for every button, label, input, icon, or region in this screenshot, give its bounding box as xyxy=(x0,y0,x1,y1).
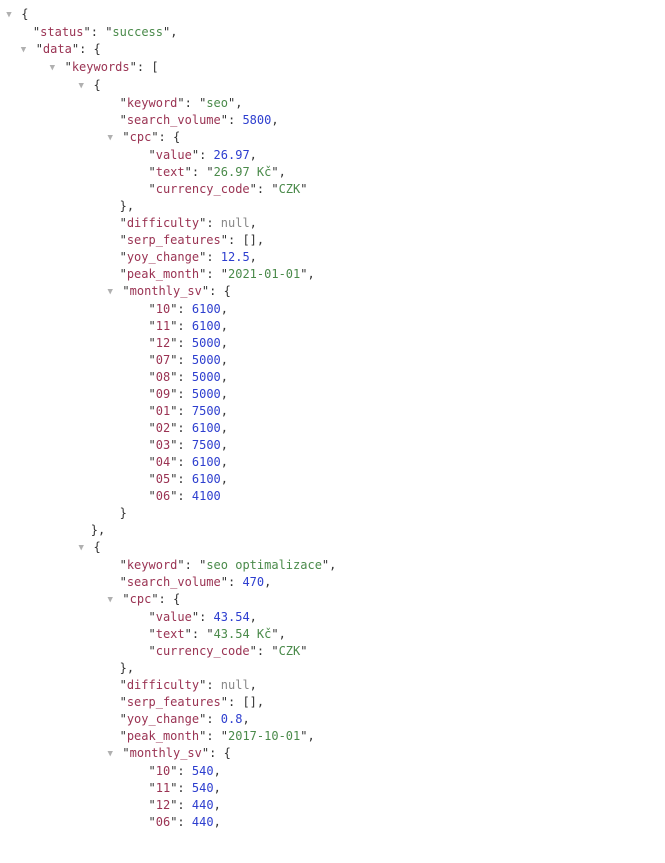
json-line: "text": "43.54 Kč", xyxy=(4,626,665,643)
json-line: "difficulty": null, xyxy=(4,677,665,694)
expand-toggle[interactable]: ▼ xyxy=(105,592,115,609)
json-line: "yoy_change": 12.5, xyxy=(4,249,665,266)
json-line: ▼ "monthly_sv": { xyxy=(4,745,665,763)
json-line: "01": 7500, xyxy=(4,403,665,420)
json-line: ▼ "cpc": { xyxy=(4,591,665,609)
json-line: ▼ "cpc": { xyxy=(4,129,665,147)
json-line: "difficulty": null, xyxy=(4,215,665,232)
json-line: "serp_features": [], xyxy=(4,232,665,249)
json-line: "peak_month": "2017-10-01", xyxy=(4,728,665,745)
json-line: "08": 5000, xyxy=(4,369,665,386)
json-line: "keyword": "seo optimalizace", xyxy=(4,557,665,574)
json-line: "currency_code": "CZK" xyxy=(4,181,665,198)
json-line: ▼ "data": { xyxy=(4,41,665,59)
json-line: ▼ { xyxy=(4,539,665,557)
json-line: "currency_code": "CZK" xyxy=(4,643,665,660)
json-line: "keyword": "seo", xyxy=(4,95,665,112)
expand-toggle[interactable]: ▼ xyxy=(18,42,28,59)
json-line: } xyxy=(4,505,665,522)
json-line: ▼ "keywords": [ xyxy=(4,59,665,77)
json-line: "02": 6100, xyxy=(4,420,665,437)
expand-toggle[interactable]: ▼ xyxy=(105,284,115,301)
expand-toggle[interactable]: ▼ xyxy=(76,78,86,95)
json-line: "05": 6100, xyxy=(4,471,665,488)
json-line: "text": "26.97 Kč", xyxy=(4,164,665,181)
json-line: "11": 6100, xyxy=(4,318,665,335)
expand-toggle[interactable]: ▼ xyxy=(105,746,115,763)
json-line: "search_volume": 470, xyxy=(4,574,665,591)
expand-toggle[interactable]: ▼ xyxy=(76,540,86,557)
json-tree: ▼ { "status": "success", ▼ "data": { ▼ "… xyxy=(4,6,665,831)
json-line: "10": 540, xyxy=(4,763,665,780)
json-line: }, xyxy=(4,198,665,215)
json-line: "07": 5000, xyxy=(4,352,665,369)
expand-toggle[interactable]: ▼ xyxy=(4,7,14,24)
json-line: "status": "success", xyxy=(4,24,665,41)
json-line: }, xyxy=(4,522,665,539)
json-line: "peak_month": "2021-01-01", xyxy=(4,266,665,283)
json-line: "10": 6100, xyxy=(4,301,665,318)
json-line: ▼ { xyxy=(4,77,665,95)
json-line: "value": 43.54, xyxy=(4,609,665,626)
json-line: "serp_features": [], xyxy=(4,694,665,711)
json-line: "11": 540, xyxy=(4,780,665,797)
json-line: "value": 26.97, xyxy=(4,147,665,164)
json-line: ▼ "monthly_sv": { xyxy=(4,283,665,301)
json-line: "03": 7500, xyxy=(4,437,665,454)
json-line: "yoy_change": 0.8, xyxy=(4,711,665,728)
json-line: "06": 4100 xyxy=(4,488,665,505)
json-line: "06": 440, xyxy=(4,814,665,831)
json-line: ▼ { xyxy=(4,6,665,24)
json-line: "12": 440, xyxy=(4,797,665,814)
expand-toggle[interactable]: ▼ xyxy=(105,130,115,147)
json-line: "search_volume": 5800, xyxy=(4,112,665,129)
json-line: }, xyxy=(4,660,665,677)
json-line: "12": 5000, xyxy=(4,335,665,352)
json-line: "09": 5000, xyxy=(4,386,665,403)
json-line: "04": 6100, xyxy=(4,454,665,471)
expand-toggle[interactable]: ▼ xyxy=(47,60,57,77)
